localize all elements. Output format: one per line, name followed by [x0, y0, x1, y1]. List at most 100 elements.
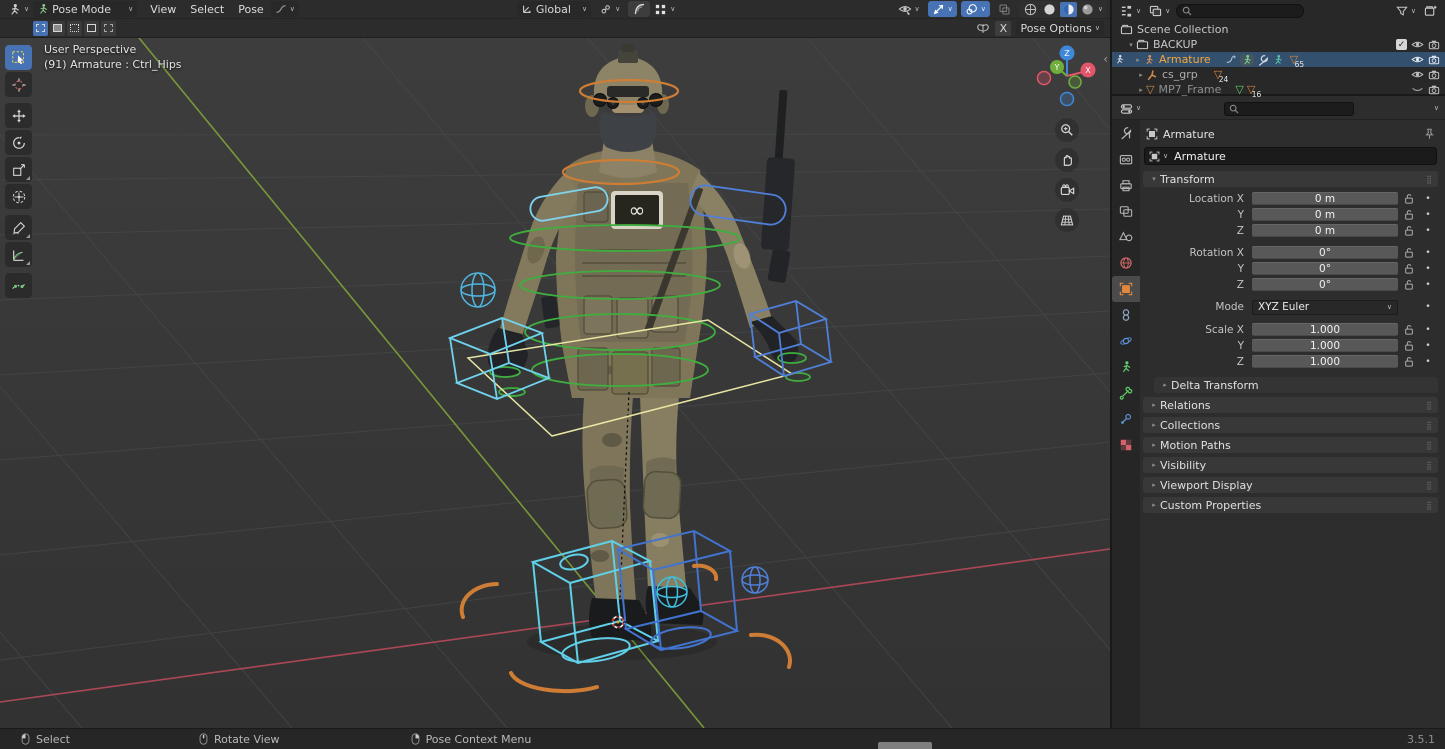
outliner-row-scene-collection[interactable]: Scene Collection: [1112, 22, 1445, 37]
rig-elbow-target[interactable]: [461, 273, 495, 307]
menu-pose[interactable]: Pose: [231, 1, 270, 17]
select-mode-intersect[interactable]: [101, 21, 116, 36]
tab-object-constraints[interactable]: [1112, 302, 1140, 328]
outliner-display-mode-button[interactable]: ∨: [1147, 3, 1172, 19]
tab-world[interactable]: [1112, 250, 1140, 276]
pose-options-dropdown[interactable]: Pose Options ∨: [1016, 20, 1104, 36]
animate-dot[interactable]: •: [1420, 357, 1436, 367]
disclosure-triangle-icon[interactable]: ▸: [1136, 71, 1146, 79]
location-z-input[interactable]: 0 m: [1252, 224, 1398, 238]
lock-icon[interactable]: [1398, 279, 1420, 290]
tool-measure[interactable]: [5, 242, 32, 267]
disable-render-camera-icon[interactable]: [1428, 39, 1440, 50]
lock-icon[interactable]: [1398, 263, 1420, 274]
properties-editor-type-button[interactable]: ∨: [1118, 101, 1143, 117]
outliner-row-mp7-frame[interactable]: ▸ ▽ MP7_Frame ▽ ▽16: [1112, 82, 1445, 97]
transform-orientation-dropdown[interactable]: Global ∨: [517, 1, 591, 17]
gizmo-neg-x[interactable]: [1038, 72, 1051, 85]
rotation-mode-dropdown[interactable]: XYZ Euler ∨: [1252, 300, 1398, 315]
hide-eye-icon[interactable]: [1411, 69, 1424, 80]
tool-select-box[interactable]: [5, 45, 32, 70]
panel-motion-paths[interactable]: ▸ Motion Paths ⣿: [1143, 437, 1438, 453]
disable-render-camera-icon[interactable]: [1428, 69, 1440, 80]
rig-ankle-target[interactable]: [742, 567, 768, 593]
disable-render-camera-icon[interactable]: [1428, 84, 1440, 95]
tab-render[interactable]: [1112, 146, 1140, 172]
editor-type-button[interactable]: ∨: [4, 1, 33, 17]
rotation-x-input[interactable]: 0°: [1252, 246, 1398, 260]
panel-relations[interactable]: ▸ Relations ⣿: [1143, 397, 1438, 413]
tab-object-data[interactable]: [1112, 354, 1140, 380]
lock-icon[interactable]: [1398, 356, 1420, 367]
animate-dot[interactable]: •: [1420, 325, 1436, 335]
mode-dropdown[interactable]: Pose Mode ∨: [33, 1, 137, 17]
object-name-field[interactable]: ∨ Armature: [1144, 147, 1437, 165]
shading-material-button[interactable]: [1060, 2, 1077, 17]
panel-collections[interactable]: ▸ Collections ⣿: [1143, 417, 1438, 433]
select-mode-invert[interactable]: [84, 21, 99, 36]
disclosure-triangle-icon[interactable]: ▾: [1126, 41, 1136, 49]
drag-dots-icon[interactable]: ⣿: [1426, 441, 1433, 450]
panel-transform-header[interactable]: ▾ Transform ⣿: [1143, 171, 1438, 187]
xray-toggle[interactable]: [994, 1, 1015, 17]
camera-view-button[interactable]: [1055, 178, 1079, 202]
mirror-x-toggle[interactable]: X: [995, 21, 1011, 36]
show-gizmo-toggle[interactable]: ∨: [928, 1, 957, 17]
viewport-3d[interactable]: ∞: [0, 0, 1110, 728]
animate-dot[interactable]: •: [1420, 210, 1436, 220]
drag-dots-icon[interactable]: ⣿: [1426, 501, 1433, 510]
tab-output[interactable]: [1112, 172, 1140, 198]
panel-custom-properties[interactable]: ▸ Custom Properties ⣿: [1143, 497, 1438, 513]
tool-transform[interactable]: [5, 184, 32, 209]
disclosure-triangle-icon[interactable]: ▸: [1133, 56, 1143, 64]
animate-dot[interactable]: •: [1420, 248, 1436, 258]
chevron-down-icon[interactable]: ∨: [1434, 105, 1439, 112]
menu-view[interactable]: View: [143, 1, 183, 17]
tab-bone-constraints[interactable]: [1112, 406, 1140, 432]
animate-dot[interactable]: •: [1420, 226, 1436, 236]
drag-dots-icon[interactable]: ⣿: [1426, 175, 1433, 184]
lock-icon[interactable]: [1398, 225, 1420, 236]
animate-dot[interactable]: •: [1420, 264, 1436, 274]
panel-viewport-display[interactable]: ▸ Viewport Display ⣿: [1143, 477, 1438, 493]
scale-y-input[interactable]: 1.000: [1252, 339, 1398, 353]
select-mode-subtract[interactable]: [67, 21, 82, 36]
animate-dot[interactable]: •: [1420, 194, 1436, 204]
tab-tool[interactable]: [1112, 120, 1140, 146]
disclosure-triangle-icon[interactable]: ▸: [1136, 86, 1146, 94]
drag-dots-icon[interactable]: ⣿: [1426, 481, 1433, 490]
lock-icon[interactable]: [1398, 209, 1420, 220]
drag-dots-icon[interactable]: ⣿: [1426, 461, 1433, 470]
hide-eye-icon[interactable]: [1411, 54, 1424, 65]
animate-dot[interactable]: •: [1420, 302, 1436, 312]
menu-select[interactable]: Select: [183, 1, 231, 17]
select-mode-set[interactable]: [33, 21, 48, 36]
outliner-row-armature[interactable]: ▸ Armature: [1112, 52, 1445, 67]
gizmo-y-label[interactable]: Y: [1054, 63, 1060, 72]
outliner-filter-button[interactable]: ∨: [1394, 3, 1418, 19]
collection-checkbox[interactable]: ✓: [1396, 39, 1407, 50]
panel-delta-transform[interactable]: ▸ Delta Transform: [1154, 377, 1438, 393]
gizmo-neg-y[interactable]: [1069, 76, 1081, 88]
rotation-y-input[interactable]: 0°: [1252, 262, 1398, 276]
falloff-dropdown[interactable]: ∨: [271, 1, 299, 17]
outliner-row-cs-grp[interactable]: ▸ cs_grp ▽24: [1112, 67, 1445, 82]
new-collection-button[interactable]: [1422, 3, 1439, 19]
sidebar-collapse-arrow[interactable]: ‹: [1103, 52, 1108, 66]
tool-annotate[interactable]: [5, 215, 32, 240]
location-y-input[interactable]: 0 m: [1252, 208, 1398, 222]
breadcrumb-object-name[interactable]: Armature: [1163, 128, 1215, 141]
snap-settings-dropdown[interactable]: ∨: [595, 1, 624, 17]
outliner-search-input[interactable]: [1176, 4, 1304, 18]
tab-view-layer[interactable]: [1112, 198, 1140, 224]
location-x-input[interactable]: 0 m: [1252, 192, 1398, 206]
tool-move[interactable]: [5, 103, 32, 128]
tab-bone[interactable]: [1112, 380, 1140, 406]
shading-rendered-button[interactable]: [1079, 2, 1096, 17]
panel-visibility[interactable]: ▸ Visibility ⣿: [1143, 457, 1438, 473]
outliner-row-backup[interactable]: ▾ BACKUP ✓: [1112, 37, 1445, 52]
animate-dot[interactable]: •: [1420, 280, 1436, 290]
visibility-filter-dropdown[interactable]: ∨: [894, 1, 924, 17]
tab-object[interactable]: [1112, 276, 1140, 302]
disable-render-camera-icon[interactable]: [1428, 54, 1440, 65]
